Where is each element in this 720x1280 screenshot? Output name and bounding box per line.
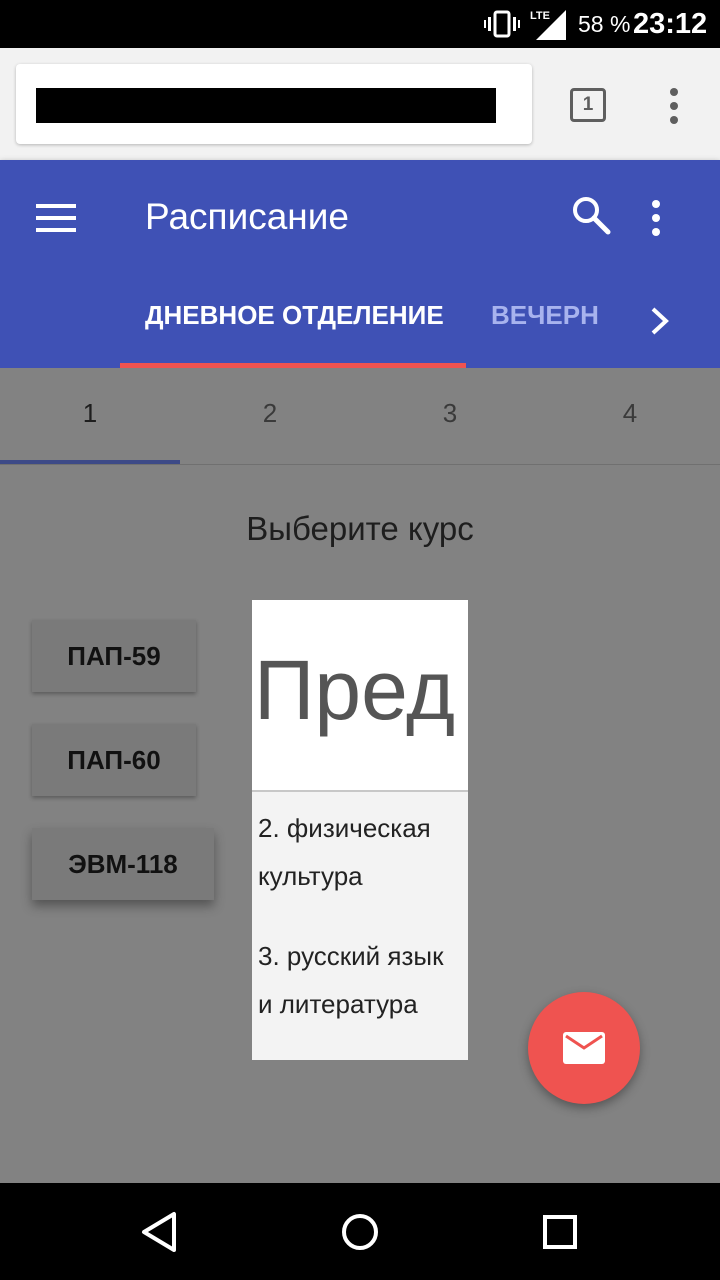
subjects-card: Пред 2. физическая культура 3. русский я… xyxy=(252,600,468,1060)
browser-toolbar: 1 xyxy=(0,48,720,160)
overflow-menu-icon[interactable] xyxy=(646,198,666,238)
subtab-4[interactable]: 4 xyxy=(540,398,720,429)
subject-item: 2. физическая культура xyxy=(258,813,431,891)
tab-evening-department[interactable]: ВЕЧЕРНЕЕ ОТДЕЛЕНИЕ xyxy=(491,300,599,331)
browser-menu-icon[interactable] xyxy=(664,86,684,126)
course-button-evm-118[interactable]: ЭВМ-118 xyxy=(32,828,214,900)
card-header: Пред xyxy=(252,600,468,792)
status-bar: LTE 58 % 23:12 xyxy=(0,0,720,48)
mail-icon xyxy=(563,1032,605,1064)
vibrate-icon xyxy=(484,10,520,38)
search-icon[interactable] xyxy=(570,194,612,236)
content-area: 1 2 3 4 Выберите курс ПАП-59 ПАП-60 ЭВМ-… xyxy=(0,368,720,1183)
mail-fab-button[interactable] xyxy=(528,992,640,1104)
url-bar[interactable] xyxy=(16,64,532,144)
signal-icon: LTE xyxy=(530,10,566,40)
home-icon[interactable] xyxy=(340,1212,380,1252)
subject-list: 2. физическая культура 3. русский язык и… xyxy=(258,804,464,1060)
clock: 23:12 xyxy=(633,8,708,40)
tab-day-department[interactable]: ДНЕВНОЕ ОТДЕЛЕНИЕ xyxy=(145,300,444,331)
app-title: Расписание xyxy=(145,196,349,237)
battery-level: 58 % xyxy=(578,11,631,37)
back-icon[interactable] xyxy=(140,1211,180,1253)
system-nav-bar xyxy=(0,1183,720,1280)
subtab-3[interactable]: 3 xyxy=(360,398,540,429)
tab-switcher-button[interactable]: 1 xyxy=(570,88,606,122)
course-button-pap-60[interactable]: ПАП-60 xyxy=(32,724,196,796)
app-bar: Расписание ДНЕВНОЕ ОТДЕЛЕНИЕ ВЕЧЕРНЕЕ ОТ… xyxy=(0,160,720,368)
menu-icon[interactable] xyxy=(36,204,76,232)
url-redacted xyxy=(36,88,496,123)
choose-course-prompt: Выберите курс xyxy=(246,510,474,547)
recent-apps-icon[interactable] xyxy=(543,1215,577,1249)
course-button-pap-59[interactable]: ПАП-59 xyxy=(32,620,196,692)
chevron-right-icon[interactable] xyxy=(648,304,672,338)
subject-item: 3. русский язык и литература xyxy=(258,941,444,1019)
divider xyxy=(0,464,720,465)
subtab-1[interactable]: 1 xyxy=(0,398,180,429)
network-type: LTE xyxy=(530,10,550,22)
subtab-2[interactable]: 2 xyxy=(180,398,360,429)
card-header-text: Пред xyxy=(254,643,455,737)
